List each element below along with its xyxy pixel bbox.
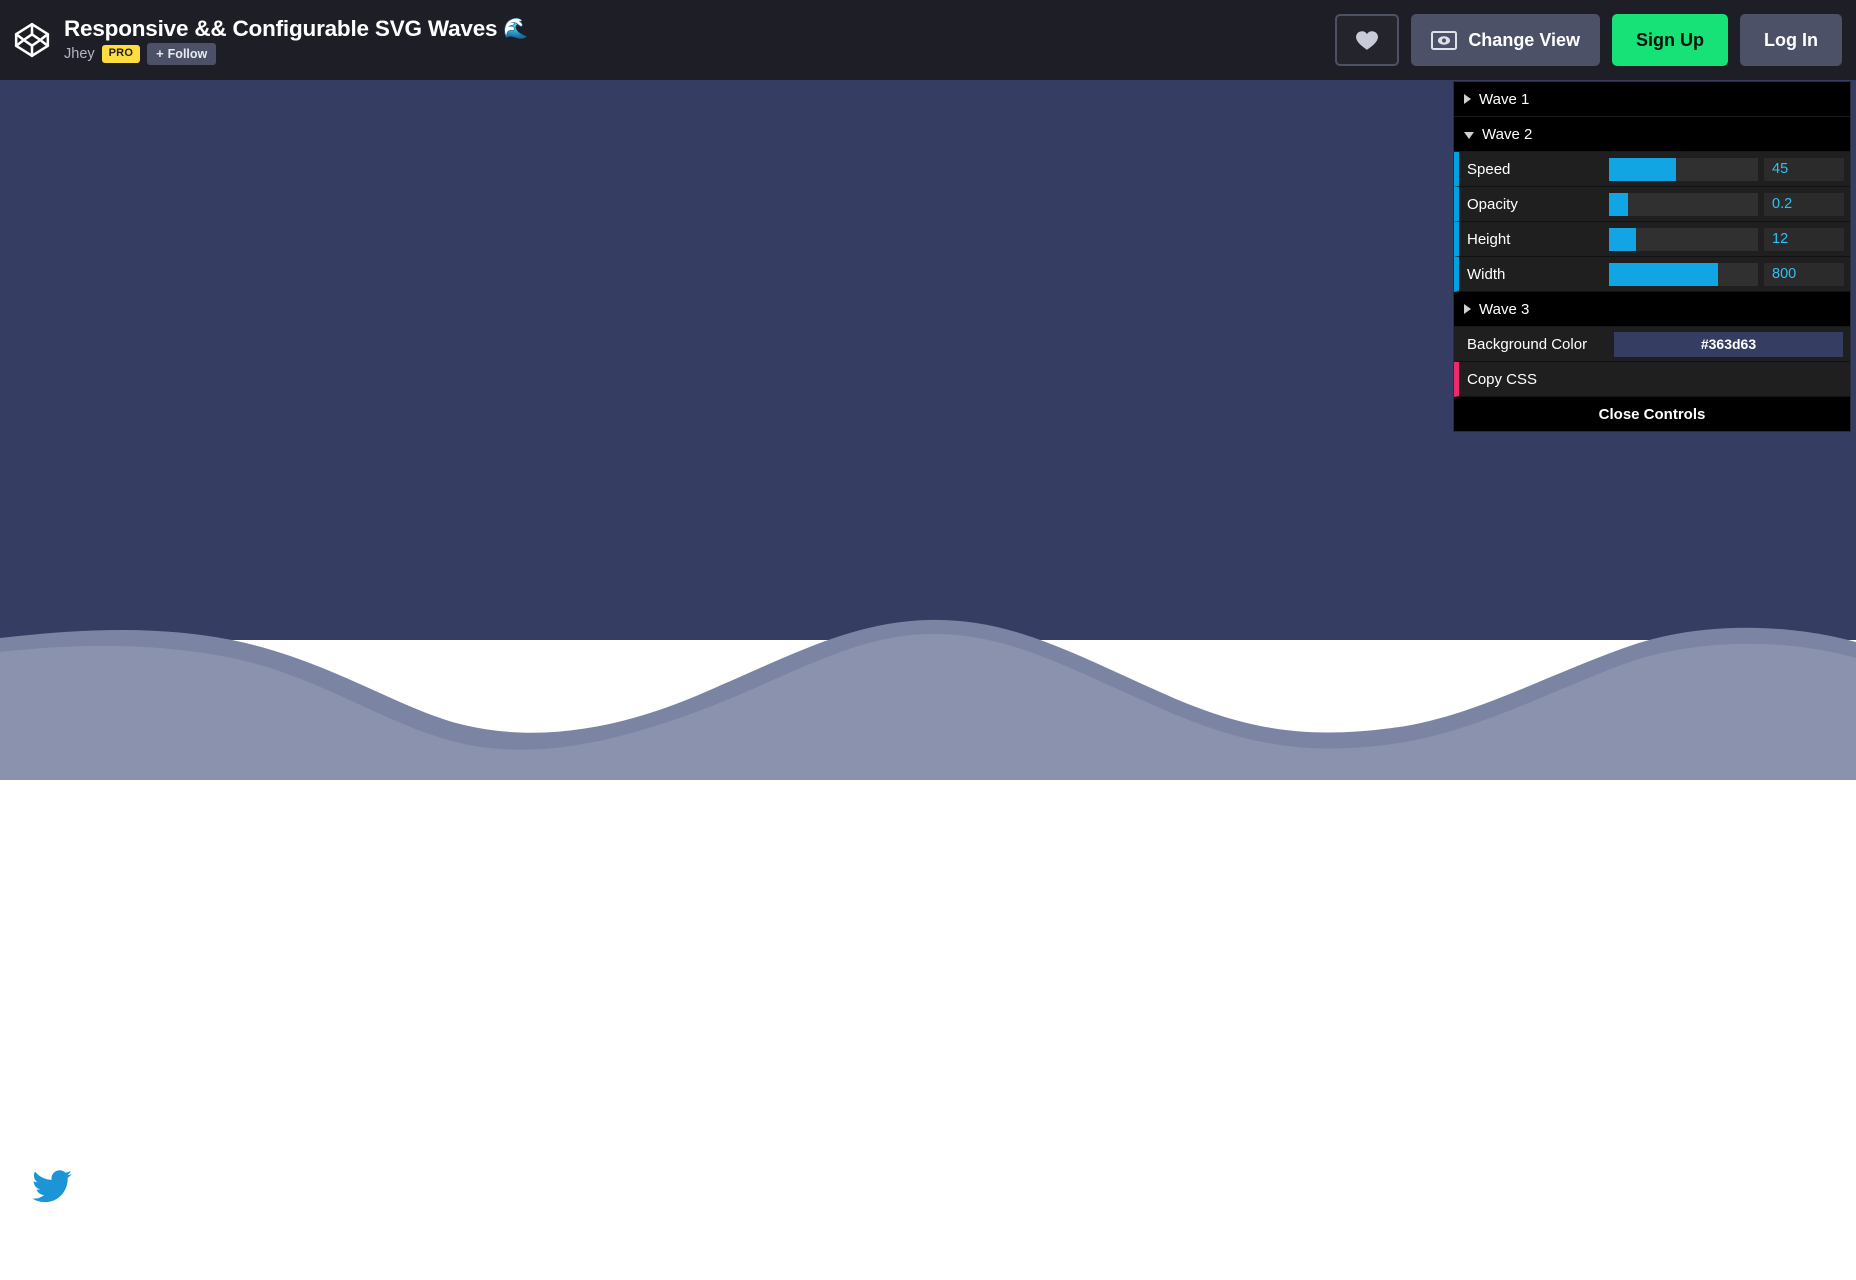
heart-icon bbox=[1356, 31, 1379, 50]
slider-opacity[interactable] bbox=[1609, 192, 1758, 216]
author-link[interactable]: Jhey bbox=[64, 46, 95, 62]
pro-badge: PRO bbox=[101, 45, 141, 63]
sign-up-button[interactable]: Sign Up bbox=[1612, 14, 1729, 66]
folder-wave-1-label: Wave 1 bbox=[1479, 90, 1530, 108]
value-opacity[interactable]: 0.2 bbox=[1764, 192, 1844, 216]
close-controls-label: Close Controls bbox=[1598, 405, 1706, 423]
wave-controls-panel: Wave 1 Wave 2 Speed 45 Opacity 0.2 Heigh… bbox=[1454, 82, 1850, 431]
chevron-right-icon bbox=[1464, 94, 1471, 104]
copy-css-label: Copy CSS bbox=[1467, 370, 1538, 388]
log-in-button[interactable]: Log In bbox=[1740, 14, 1842, 66]
slider-fill-width bbox=[1609, 262, 1718, 286]
slider-fill-height bbox=[1609, 227, 1636, 251]
folder-wave-3-label: Wave 3 bbox=[1479, 300, 1530, 318]
chevron-down-icon bbox=[1464, 131, 1474, 139]
value-width[interactable]: 800 bbox=[1764, 262, 1844, 286]
pen-identity: Responsive && Configurable SVG Waves 🌊 J… bbox=[10, 16, 1335, 66]
value-speed[interactable]: 45 bbox=[1764, 157, 1844, 181]
value-height[interactable]: 12 bbox=[1764, 227, 1844, 251]
follow-button-label: Follow bbox=[167, 46, 208, 61]
twitter-link[interactable] bbox=[32, 1170, 72, 1204]
log-in-label: Log In bbox=[1764, 29, 1818, 50]
heart-button[interactable] bbox=[1335, 14, 1400, 66]
folder-wave-2[interactable]: Wave 2 bbox=[1454, 117, 1850, 152]
control-label-speed: Speed bbox=[1467, 160, 1511, 178]
background-color-swatch[interactable]: #363d63 bbox=[1614, 331, 1843, 357]
header-actions: Change View Sign Up Log In bbox=[1335, 14, 1842, 66]
follow-button[interactable]: + Follow bbox=[147, 42, 217, 66]
eye-icon bbox=[1431, 30, 1458, 50]
slider-width[interactable] bbox=[1609, 262, 1758, 286]
control-row-height: Height 12 bbox=[1454, 222, 1850, 257]
control-row-background-color: Background Color #363d63 bbox=[1454, 327, 1850, 362]
twitter-bird-icon bbox=[32, 1170, 72, 1203]
pen-header-bar: Responsive && Configurable SVG Waves 🌊 J… bbox=[0, 0, 1856, 80]
change-view-label: Change View bbox=[1468, 29, 1581, 50]
folder-wave-1[interactable]: Wave 1 bbox=[1454, 82, 1850, 117]
control-label-height: Height bbox=[1467, 230, 1511, 248]
control-label-background-color: Background Color bbox=[1467, 335, 1588, 353]
page-title: Responsive && Configurable SVG Waves 🌊 bbox=[64, 16, 528, 42]
slider-speed[interactable] bbox=[1609, 157, 1758, 181]
copy-css-button[interactable]: Copy CSS bbox=[1454, 362, 1850, 397]
slider-fill-opacity bbox=[1609, 192, 1629, 216]
close-controls-button[interactable]: Close Controls bbox=[1454, 397, 1850, 431]
svg-waves-graphic bbox=[0, 619, 1856, 780]
wave-emoji-icon: 🌊 bbox=[503, 18, 529, 40]
pen-title-text: Responsive && Configurable SVG Waves bbox=[64, 15, 498, 41]
change-view-button[interactable]: Change View bbox=[1411, 14, 1601, 66]
control-row-speed: Speed 45 bbox=[1454, 152, 1850, 187]
control-row-width: Width 800 bbox=[1454, 257, 1850, 292]
plus-icon: + bbox=[156, 45, 164, 61]
slider-height[interactable] bbox=[1609, 227, 1758, 251]
control-label-width: Width bbox=[1467, 265, 1506, 283]
chevron-right-icon bbox=[1464, 304, 1471, 314]
pen-meta-row: Jhey PRO + Follow bbox=[64, 42, 528, 66]
control-label-opacity: Opacity bbox=[1467, 195, 1518, 213]
pen-title-block: Responsive && Configurable SVG Waves 🌊 J… bbox=[64, 16, 528, 66]
control-row-opacity: Opacity 0.2 bbox=[1454, 187, 1850, 222]
slider-fill-speed bbox=[1609, 157, 1677, 181]
codepen-logo-icon[interactable] bbox=[10, 18, 54, 62]
folder-wave-2-label: Wave 2 bbox=[1482, 125, 1533, 143]
sign-up-label: Sign Up bbox=[1636, 29, 1705, 50]
folder-wave-3[interactable]: Wave 3 bbox=[1454, 292, 1850, 327]
